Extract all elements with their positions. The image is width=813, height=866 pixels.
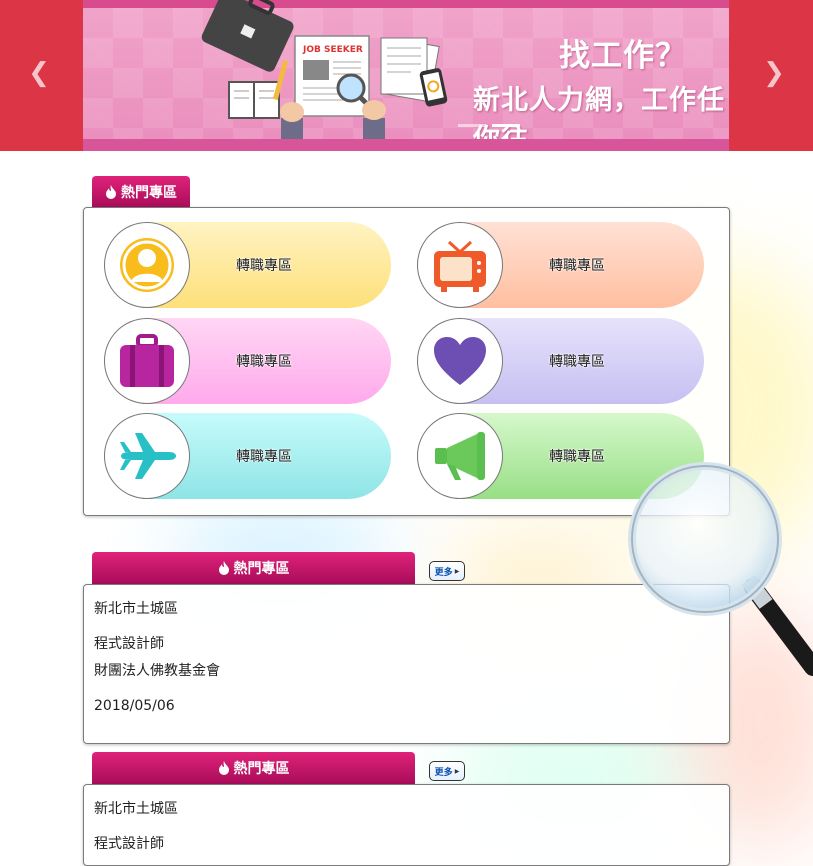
zone-label: 轉職專區 xyxy=(236,354,292,370)
hot-zone-heading: 熱門專區 xyxy=(92,176,190,208)
job-position[interactable]: 程式設計師 xyxy=(94,833,164,853)
chevron-right-icon: ❯ xyxy=(763,58,785,88)
job-section-heading-text: 熱門專區 xyxy=(233,561,290,577)
zone-label: 轉職專區 xyxy=(236,449,292,465)
banner-next-button[interactable]: ❯ xyxy=(759,58,789,88)
briefcase-icon xyxy=(120,334,174,387)
chevron-left-icon: ❮ xyxy=(28,58,50,88)
zone-button-briefcase[interactable]: 轉職專區 xyxy=(104,318,391,404)
job-district: 新北市土城區 xyxy=(94,801,178,817)
job-card[interactable]: 新北市土城區 程式設計師 xyxy=(83,784,730,866)
flame-icon xyxy=(218,561,229,575)
job-section-heading-text: 熱門專區 xyxy=(233,761,290,777)
job-section-heading: 熱門專區 xyxy=(92,552,415,584)
zone-button-tv[interactable]: 轉職專區 xyxy=(417,222,704,308)
person-icon xyxy=(120,238,174,292)
hot-zone-heading-text: 熱門專區 xyxy=(121,185,177,201)
zone-label: 轉職專區 xyxy=(549,354,605,370)
zone-icon-circle xyxy=(417,413,503,499)
job-date: 2018/05/06 xyxy=(94,698,175,714)
job-company: 財團法人佛教基金會 xyxy=(94,663,220,679)
zone-icon-circle xyxy=(417,222,503,308)
job-position[interactable]: 程式設計師 xyxy=(94,633,164,653)
flame-icon xyxy=(106,185,116,199)
heart-icon xyxy=(434,337,486,385)
banner-prev-button[interactable]: ❮ xyxy=(24,58,54,88)
triangle-right-icon: ▶ xyxy=(454,767,460,775)
job-seeker-illustration: JOB SEEKER xyxy=(201,0,448,151)
banner-bottom-strip xyxy=(83,139,729,151)
airplane-icon xyxy=(120,433,176,479)
job-district: 新北市土城區 xyxy=(94,601,178,617)
zone-button-heart[interactable]: 轉職專區 xyxy=(417,318,704,404)
flame-icon xyxy=(218,761,229,775)
zone-icon-circle xyxy=(104,222,190,308)
carousel-dot[interactable] xyxy=(458,124,486,127)
zone-icon-circle xyxy=(417,318,503,404)
more-button-label: 更多 xyxy=(434,767,453,778)
zone-icon-circle xyxy=(104,413,190,499)
zone-button-airplane[interactable]: 轉職專區 xyxy=(104,413,391,499)
banner-carousel[interactable]: ❮ ❯ JOB SEEKER 找工作？ 新北人力網，工作任你往 xyxy=(0,0,813,151)
zone-icon-circle xyxy=(104,318,190,404)
zone-label: 轉職專區 xyxy=(549,258,605,274)
carousel-dot-active[interactable] xyxy=(492,124,520,127)
banner-slide[interactable]: JOB SEEKER 找工作？ 新北人力網，工作任你往 xyxy=(83,0,729,151)
carousel-indicators xyxy=(458,124,520,127)
zone-button-person[interactable]: 轉職專區 xyxy=(104,222,391,308)
zone-label: 轉職專區 xyxy=(236,258,292,274)
banner-title: 找工作？ xyxy=(559,38,687,74)
magnifier-decoration xyxy=(628,462,813,676)
illustration-text: JOB SEEKER xyxy=(302,45,363,55)
more-button-label: 更多 xyxy=(434,567,453,578)
triangle-right-icon: ▶ xyxy=(454,567,460,575)
megaphone-icon xyxy=(435,432,485,480)
job-section-heading: 熱門專區 xyxy=(92,752,415,784)
zone-label: 轉職專區 xyxy=(549,449,605,465)
more-button[interactable]: 更多 ▶ xyxy=(429,761,465,781)
more-button[interactable]: 更多 ▶ xyxy=(429,561,465,581)
tv-icon xyxy=(434,240,486,292)
